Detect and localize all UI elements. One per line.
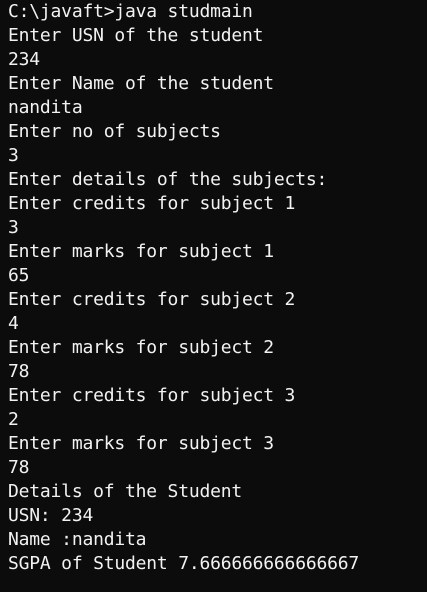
sgpa-output: SGPA of Student 7.666666666666667 (8, 553, 360, 574)
marks-prompt-subject-3: Enter marks for subject 3 (8, 433, 274, 454)
marks-input-subject-2: 78 (8, 361, 30, 382)
subject-count-input-echo: 3 (8, 145, 19, 166)
credits-input-subject-3: 2 (8, 409, 19, 430)
command-prompt-line: C:\javaft>java studmain (8, 1, 253, 22)
credits-prompt-subject-1: Enter credits for subject 1 (8, 193, 296, 214)
marks-prompt-subject-2: Enter marks for subject 2 (8, 337, 274, 358)
subject-count-prompt: Enter no of subjects (8, 121, 221, 142)
credits-prompt-subject-3: Enter credits for subject 3 (8, 385, 296, 406)
marks-prompt-subject-1: Enter marks for subject 1 (8, 241, 274, 262)
console-output: C:\javaft>java studmain Enter USN of the… (8, 0, 427, 576)
credits-input-subject-1: 3 (8, 217, 19, 238)
student-details-heading: Details of the Student (8, 481, 243, 502)
subject-details-heading: Enter details of the subjects: (8, 169, 328, 190)
name-input-echo: nandita (8, 97, 83, 118)
usn-prompt: Enter USN of the student (8, 25, 264, 46)
console-window[interactable]: C:\javaft>java studmain Enter USN of the… (0, 0, 427, 592)
credits-input-subject-2: 4 (8, 313, 19, 334)
credits-prompt-subject-2: Enter credits for subject 2 (8, 289, 296, 310)
name-output: Name :nandita (8, 529, 147, 550)
name-prompt: Enter Name of the student (8, 73, 274, 94)
usn-input-echo: 234 (8, 49, 40, 70)
marks-input-subject-3: 78 (8, 457, 30, 478)
marks-input-subject-1: 65 (8, 265, 30, 286)
usn-output: USN: 234 (8, 505, 94, 526)
